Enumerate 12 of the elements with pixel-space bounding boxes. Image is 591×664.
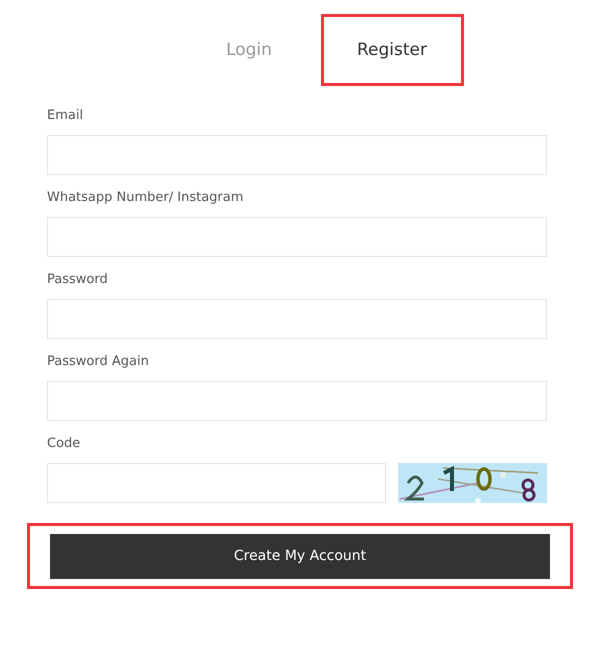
input-field[interactable] (47, 381, 547, 421)
field-label: Password Again (47, 354, 150, 369)
input-field[interactable] (47, 299, 547, 339)
tab[interactable]: Register (320, 14, 464, 86)
field-label: Password (47, 272, 109, 287)
input-field[interactable] (47, 135, 547, 175)
input-field[interactable] (47, 217, 547, 257)
code-field[interactable] (47, 463, 386, 503)
field-label: Whatsapp Number/ Instagram (47, 190, 244, 205)
create-account-button[interactable]: Create My Account (50, 534, 550, 578)
field-label: Code (47, 436, 82, 451)
field-label: Email (47, 108, 84, 123)
